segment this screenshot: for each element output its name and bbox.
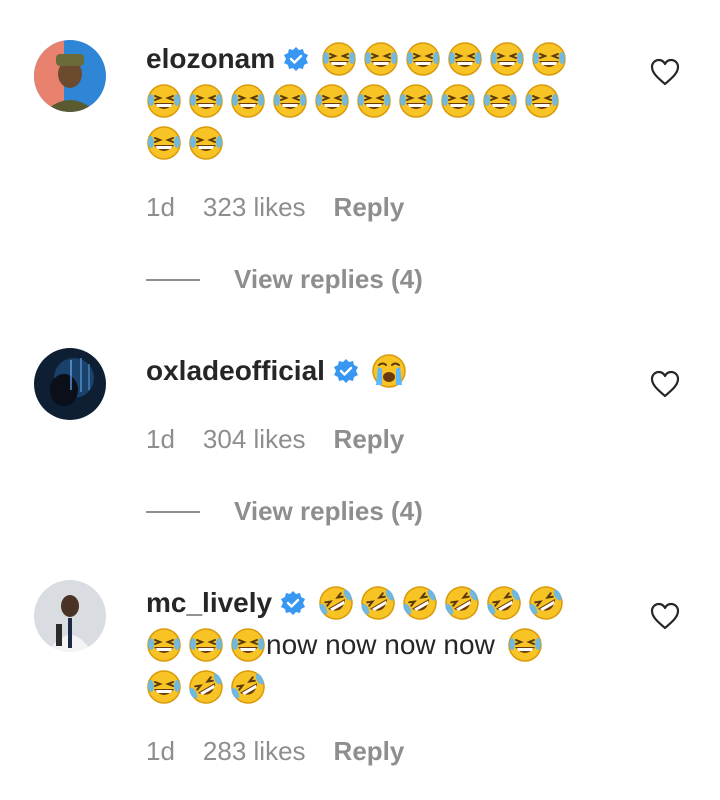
grinning-sweat-emoji — [147, 84, 181, 118]
username[interactable]: elozonam — [146, 38, 275, 80]
avatar[interactable] — [34, 40, 106, 112]
grinning-sweat-emoji — [147, 126, 181, 160]
comment-text-line — [146, 122, 616, 164]
view-replies-label: View replies (4) — [234, 496, 423, 526]
like-heart-icon[interactable] — [650, 602, 680, 630]
divider-dash — [146, 510, 200, 513]
grinning-sweat-emoji — [525, 84, 559, 118]
grinning-sweat-emoji — [315, 84, 349, 118]
grinning-sweat-emoji — [364, 42, 399, 76]
grinning-sweat-emoji — [399, 84, 433, 118]
verified-badge-icon — [283, 46, 310, 72]
rofl-emoji — [188, 669, 224, 705]
comment-meta: 1d 323 likes Reply — [146, 192, 432, 223]
rofl-emoji — [528, 585, 565, 621]
comment-time: 1d — [146, 192, 175, 222]
rofl-emoji — [318, 585, 355, 621]
grinning-sweat-emoji — [357, 84, 391, 118]
divider-dash — [146, 278, 200, 281]
grinning-sweat-emoji — [231, 84, 265, 118]
view-replies-link[interactable]: View replies (4) — [146, 264, 423, 295]
loudly-crying-emoji — [371, 354, 406, 388]
grinning-sweat-emoji — [273, 84, 307, 118]
reply-button[interactable]: Reply — [334, 736, 405, 766]
grinning-sweat-emoji — [147, 670, 181, 704]
reply-button[interactable]: Reply — [334, 424, 405, 454]
like-heart-icon[interactable] — [650, 370, 680, 398]
verified-badge-icon — [280, 590, 307, 616]
like-count[interactable]: 323 likes — [203, 192, 306, 222]
rofl-emoji — [444, 585, 481, 621]
comment-time: 1d — [146, 736, 175, 766]
rofl-emoji — [360, 585, 397, 621]
comment-meta: 1d 283 likes Reply — [146, 736, 432, 767]
like-count[interactable]: 283 likes — [203, 736, 306, 766]
grinning-sweat-emoji — [490, 42, 525, 76]
comment-text-line: elozonam — [146, 38, 616, 80]
like-count[interactable]: 304 likes — [203, 424, 306, 454]
rofl-emoji — [402, 585, 439, 621]
grinning-sweat-emoji — [441, 84, 475, 118]
grinning-sweat-emoji — [483, 84, 517, 118]
verified-badge-icon — [332, 358, 359, 384]
rofl-emoji — [486, 585, 523, 621]
comment-time: 1d — [146, 424, 175, 454]
comment-text-line: oxladeofficial — [146, 350, 616, 392]
comment-text-line: mc_lively — [146, 582, 616, 624]
grinning-sweat-emoji — [507, 628, 542, 662]
grinning-sweat-emoji — [189, 84, 223, 118]
grinning-sweat-emoji — [532, 42, 567, 76]
view-replies-label: View replies (4) — [234, 264, 423, 294]
comment-text: now now now now — [266, 629, 495, 660]
avatar[interactable] — [34, 348, 106, 420]
username[interactable]: mc_lively — [146, 582, 272, 624]
grinning-sweat-emoji — [147, 628, 181, 662]
grinning-sweat-emoji — [322, 42, 357, 76]
grinning-sweat-emoji — [189, 126, 223, 160]
view-replies-link[interactable]: View replies (4) — [146, 496, 423, 527]
reply-button[interactable]: Reply — [334, 192, 405, 222]
grinning-sweat-emoji — [231, 628, 265, 662]
grinning-sweat-emoji — [448, 42, 483, 76]
comment-text-line — [146, 666, 616, 708]
like-heart-icon[interactable] — [650, 58, 680, 86]
avatar[interactable] — [34, 580, 106, 652]
grinning-sweat-emoji — [406, 42, 441, 76]
rofl-emoji — [230, 669, 266, 705]
grinning-sweat-emoji — [189, 628, 223, 662]
comment-meta: 1d 304 likes Reply — [146, 424, 432, 455]
comment-text-line: now now now now — [146, 624, 616, 666]
comment-text-line — [146, 80, 616, 122]
username[interactable]: oxladeofficial — [146, 350, 325, 392]
